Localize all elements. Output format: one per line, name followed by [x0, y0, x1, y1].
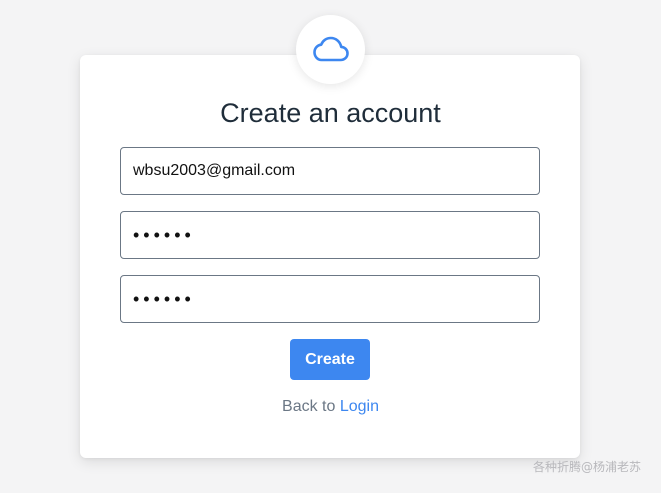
create-button[interactable]: Create: [290, 339, 370, 380]
watermark: 各种折腾@杨浦老苏: [532, 460, 641, 474]
password-field[interactable]: [120, 211, 540, 259]
back-to-login-row: Back to Login: [0, 398, 661, 416]
logo-badge: [296, 15, 365, 84]
confirm-password-field[interactable]: [120, 275, 540, 323]
login-link[interactable]: Login: [340, 398, 379, 415]
cloud-icon: [312, 36, 349, 61]
signup-page: Create an account Create Back to Login 各…: [0, 0, 661, 493]
email-field[interactable]: [120, 147, 540, 195]
back-to-text: Back to: [282, 398, 336, 415]
page-title: Create an account: [220, 98, 441, 128]
